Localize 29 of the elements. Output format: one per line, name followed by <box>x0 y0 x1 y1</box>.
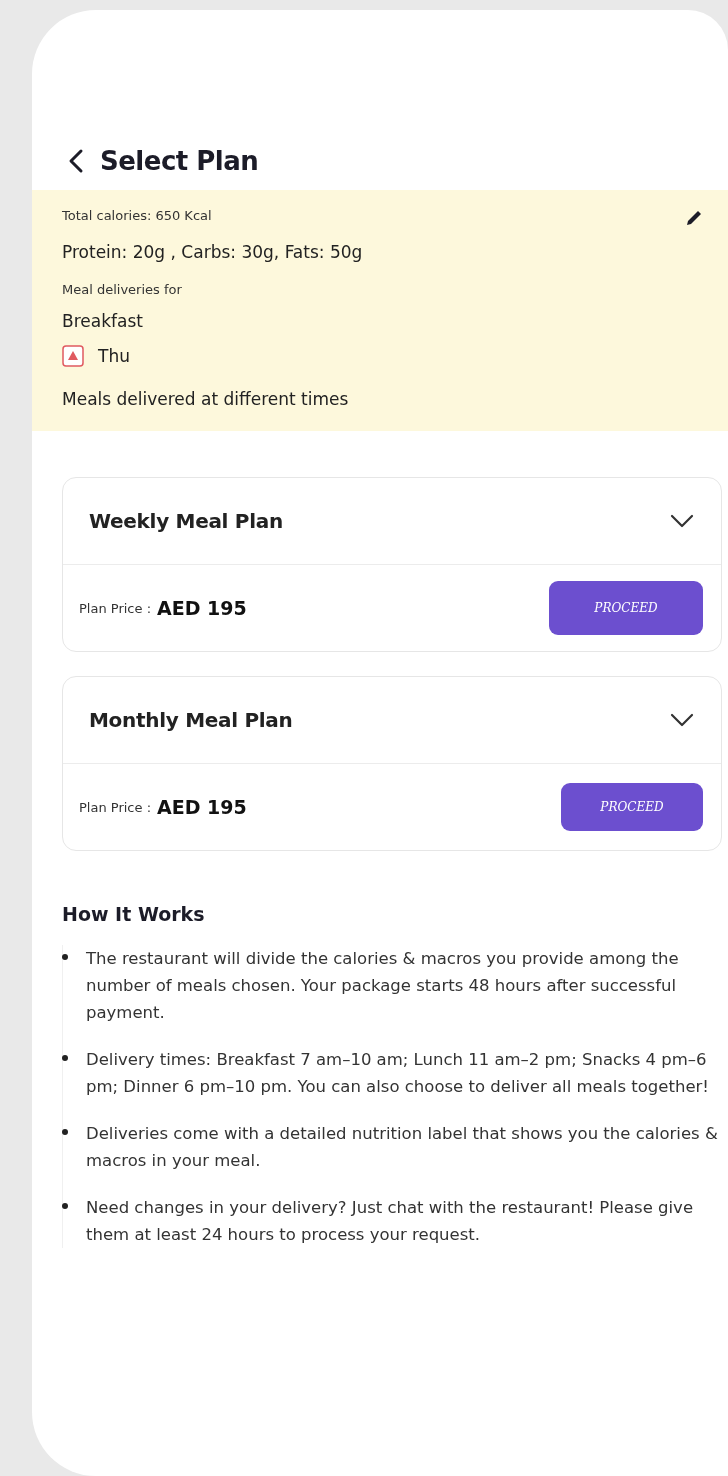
deliveries-label: Meal deliveries for <box>62 282 183 297</box>
plan-price: AED 195 <box>157 597 247 619</box>
proceed-button[interactable]: PROCEED <box>561 783 703 831</box>
price-label: Plan Price : <box>79 799 151 815</box>
total-calories: Total calories: 650 Kcal <box>62 208 212 223</box>
plan-price: AED 195 <box>157 796 247 818</box>
proceed-button[interactable]: PROCEED <box>549 581 703 635</box>
chevron-down-icon[interactable] <box>669 513 695 529</box>
delivery-day: Thu <box>98 346 130 366</box>
list-item-text: Deliveries come with a detailed nutrition label that shows you the calories & macros in your meal. <box>86 1123 718 1172</box>
chevron-down-icon[interactable] <box>669 712 695 728</box>
list-item-text: The restaurant will divide the calories & macros you provide among the number of meals chosen. Your package starts 48 hours after successful payment. <box>86 948 680 1024</box>
bullet-icon <box>62 1055 68 1061</box>
section-title: How It Works <box>62 903 206 925</box>
bullet-icon <box>62 954 68 960</box>
list-item-text: Need changes in your delivery? Just chat with the restaurant! Please give them at least 24 hours to process your request. <box>86 1197 695 1246</box>
back-icon[interactable] <box>68 148 84 174</box>
plan-title: Weekly Meal Plan <box>89 509 283 533</box>
list-item-text: Delivery times: Breakfast 7 am–10 am; Lunch 11 am–2 pm; Snacks 4 pm–6 pm; Dinner 6 pm–10 pm. You can also choose to deliver all meals together! <box>86 1049 710 1098</box>
pencil-icon[interactable] <box>684 208 704 228</box>
price-label: Plan Price : <box>79 600 151 616</box>
bullet-icon <box>62 1203 68 1209</box>
bullet-icon <box>62 1129 68 1135</box>
macros-text: Protein: 20g , Carbs: 30g, Fats: 50g <box>62 242 364 262</box>
plan-title: Monthly Meal Plan <box>89 708 293 732</box>
warning-icon <box>62 345 84 367</box>
page-title: Select Plan <box>100 146 259 176</box>
delivery-note: Meals delivered at different times <box>62 389 350 409</box>
meal-name: Breakfast <box>62 311 144 331</box>
